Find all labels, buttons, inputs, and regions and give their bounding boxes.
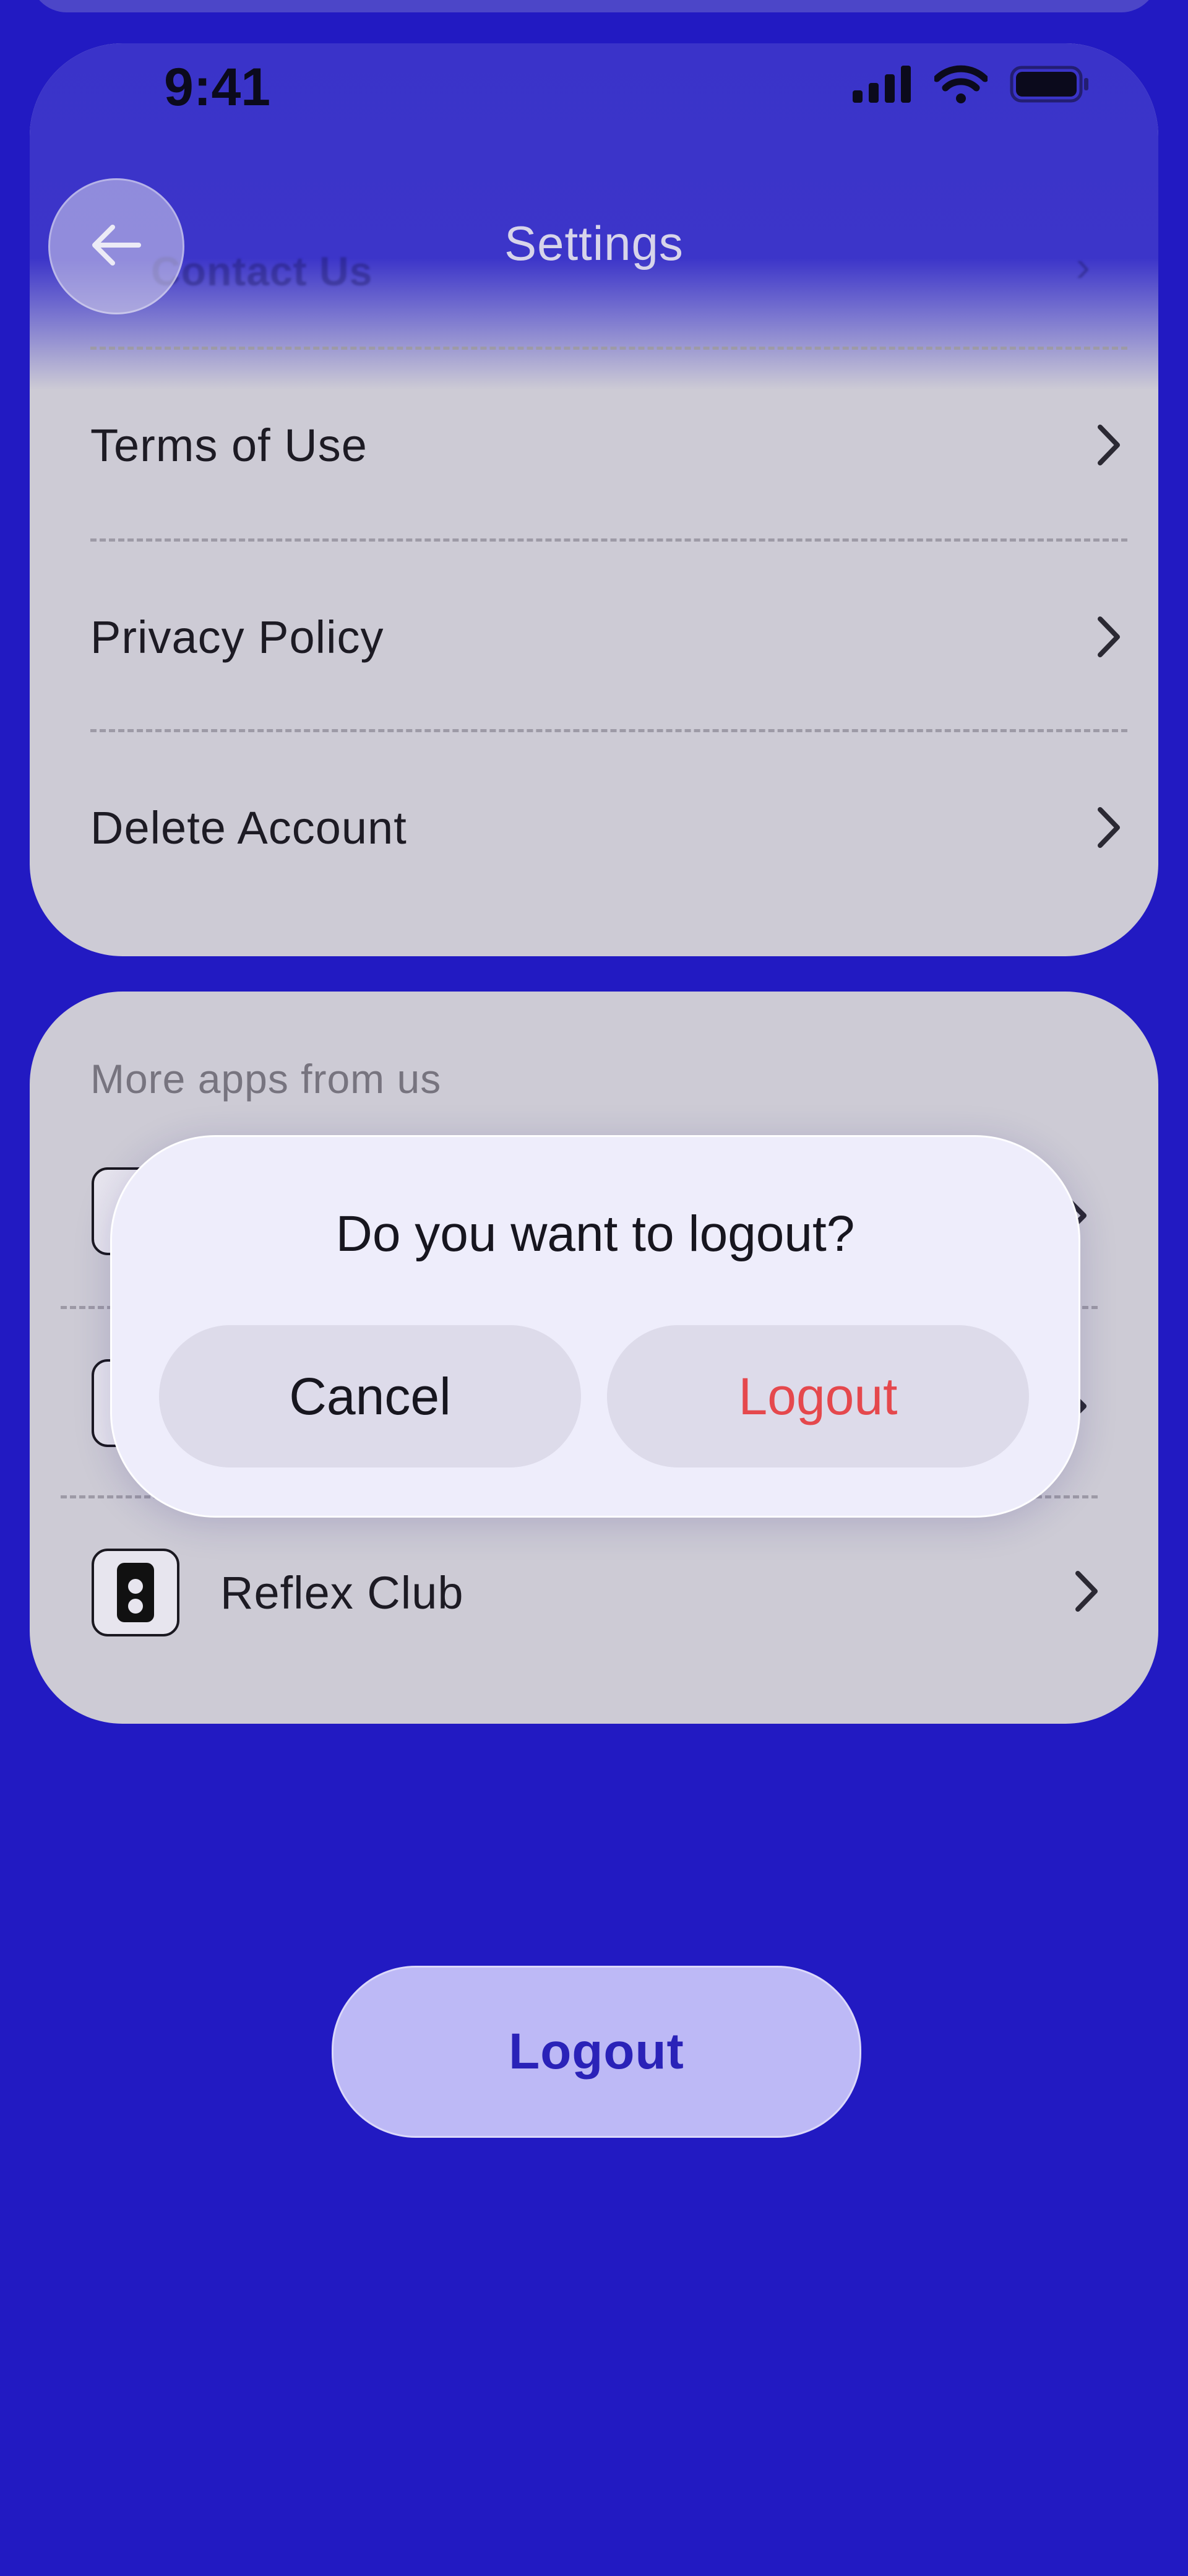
section-title: More apps from us — [90, 1056, 442, 1102]
page-title: Settings — [504, 216, 684, 270]
status-icons — [853, 65, 1089, 106]
app-row-reflex-club[interactable]: Reflex Club — [92, 1549, 1100, 1636]
divider — [90, 729, 1127, 732]
previous-card-edge — [30, 0, 1158, 12]
settings-row-label: Terms of Use — [90, 419, 368, 471]
app-row-label: Reflex Club — [220, 1567, 464, 1619]
divider — [90, 538, 1127, 542]
dialog-title: Do you want to logout? — [335, 1206, 855, 1262]
reflex-club-app-icon — [92, 1549, 179, 1636]
settings-row-terms[interactable]: Terms of Use — [90, 350, 1127, 540]
settings-row-label: Delete Account — [90, 802, 407, 854]
chevron-right-icon — [1090, 425, 1127, 465]
settings-row-privacy[interactable]: Privacy Policy — [90, 542, 1127, 732]
signal-icon — [853, 66, 912, 106]
chevron-right-icon — [1090, 807, 1127, 848]
chevron-right-icon — [1090, 616, 1127, 657]
logout-dialog: Do you want to logout? Cancel Logout — [110, 1135, 1080, 1518]
cancel-button[interactable]: Cancel — [159, 1325, 581, 1467]
app-row-left: Reflex Club — [92, 1549, 464, 1636]
divider — [90, 347, 1127, 350]
wifi-icon — [933, 65, 989, 106]
confirm-logout-button[interactable]: Logout — [607, 1325, 1029, 1467]
battery-icon — [1010, 66, 1089, 106]
status-time: 9:41 — [164, 58, 271, 117]
settings-row-label: Privacy Policy — [90, 611, 384, 663]
logout-button[interactable]: Logout — [332, 1966, 861, 2138]
chevron-right-icon — [1073, 1570, 1100, 1616]
settings-card: Contact Us › Terms of Use Privacy Policy… — [30, 43, 1158, 956]
settings-row-delete-account[interactable]: Delete Account — [90, 733, 1127, 922]
